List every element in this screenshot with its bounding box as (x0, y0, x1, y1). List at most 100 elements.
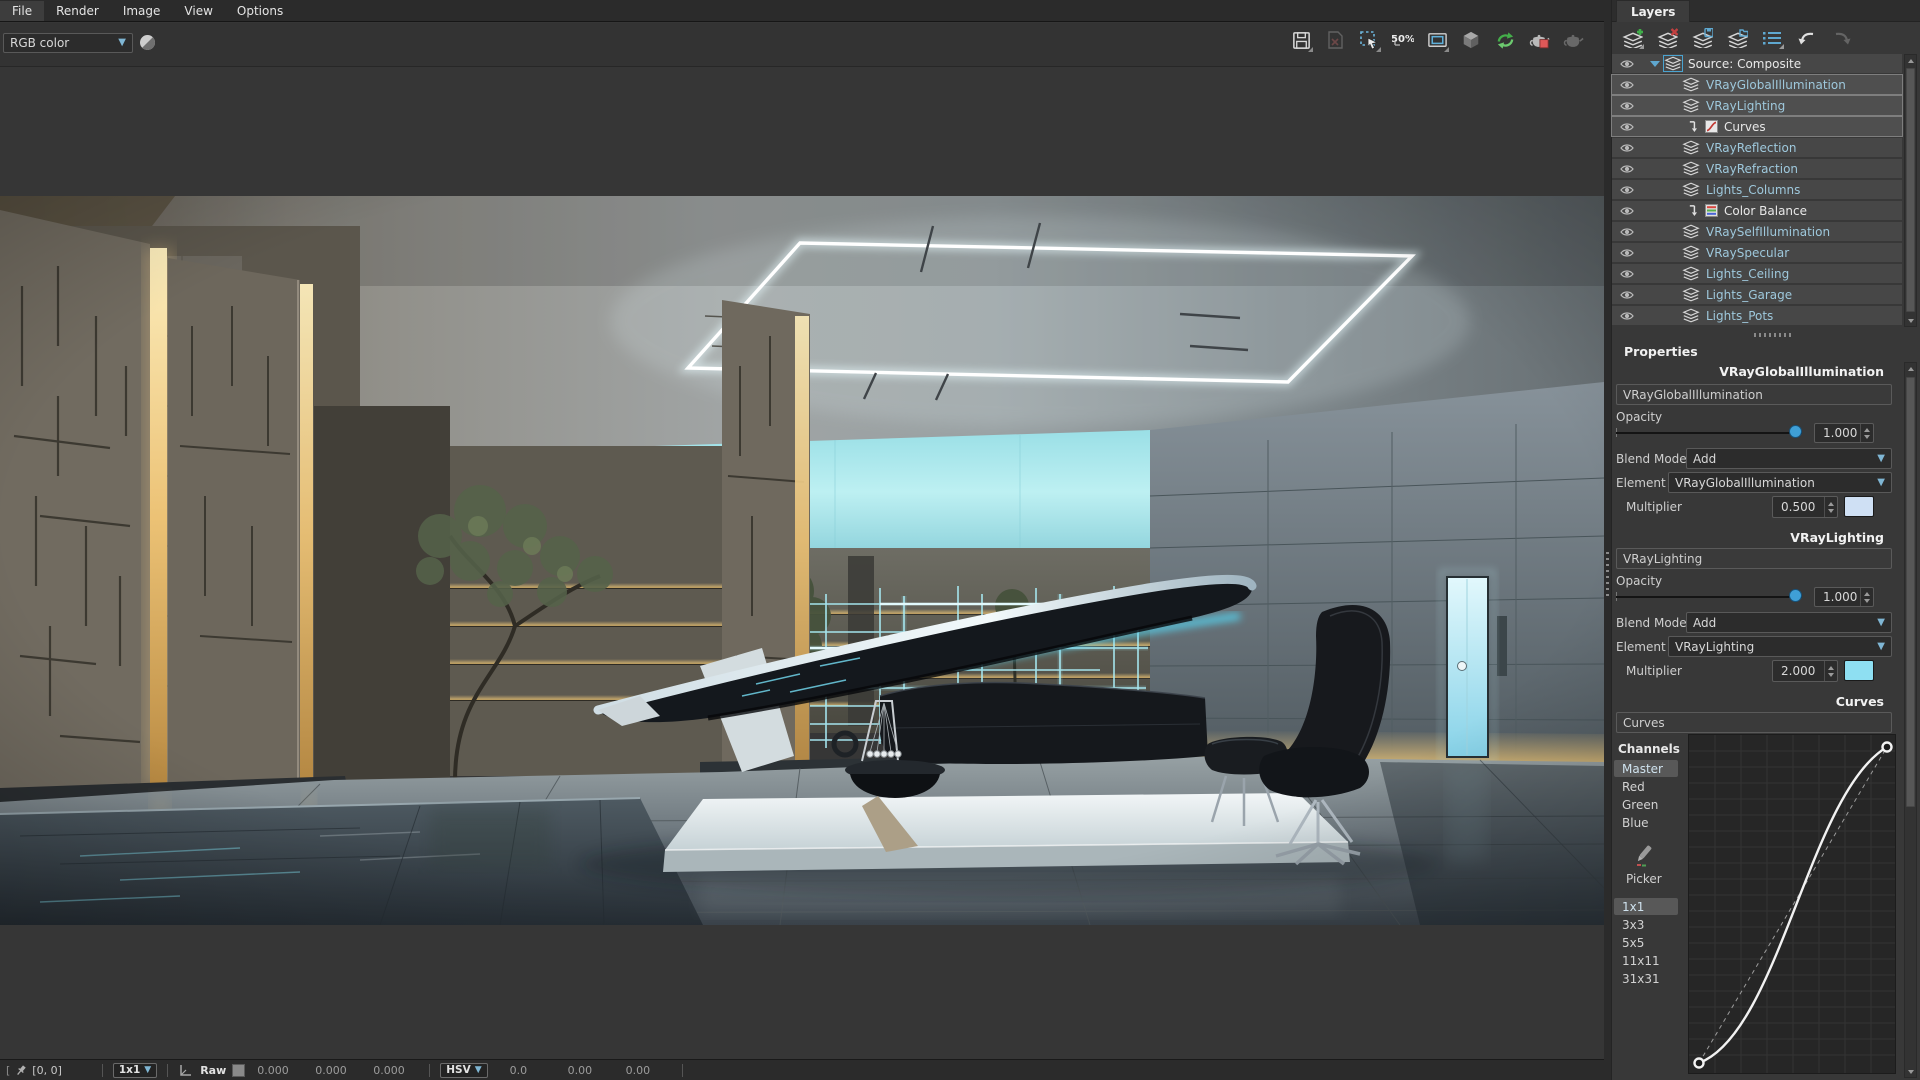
gi-multiplier-spinner[interactable]: 0.500 (1772, 496, 1838, 518)
menu-options[interactable]: Options (225, 1, 295, 21)
region-render-button[interactable] (1358, 29, 1381, 52)
lighting-multiplier-spinner[interactable]: 2.000 (1772, 660, 1838, 682)
kernel-3x3[interactable]: 3x3 (1614, 916, 1678, 933)
visibility-eye-icon[interactable] (1612, 58, 1642, 70)
render-last-button[interactable] (1528, 29, 1550, 51)
layer-row[interactable]: VRayLighting (1611, 95, 1903, 116)
channel-green[interactable]: Green (1614, 796, 1678, 813)
properties-scrollbar[interactable] (1904, 362, 1917, 1078)
expand-triangle-icon[interactable] (1650, 60, 1660, 67)
visibility-eye-icon[interactable] (1612, 142, 1642, 154)
right-panel: Layers Source: Composite VRayGlobalIllum… (1604, 0, 1920, 1080)
layer-row[interactable]: VRaySpecular (1612, 243, 1902, 262)
channel-master[interactable]: Master (1614, 760, 1678, 777)
visibility-eye-icon[interactable] (1612, 268, 1642, 280)
render-element-layer-icon (1682, 182, 1700, 197)
layers-scrollbar[interactable] (1904, 54, 1917, 327)
lighting-multiplier-value: 2.000 (1781, 664, 1816, 678)
gi-opacity-slider[interactable] (1616, 424, 1802, 441)
visibility-eye-icon[interactable] (1612, 247, 1642, 259)
visibility-eye-icon[interactable] (1612, 121, 1642, 133)
lighting-multiplier-color-swatch[interactable] (1844, 660, 1874, 681)
lighting-opacity-spinner[interactable]: 1.000 (1814, 587, 1874, 607)
add-layer-button[interactable] (1620, 26, 1644, 50)
save-layers-button[interactable] (1690, 26, 1714, 50)
lighting-name-input[interactable] (1616, 548, 1892, 569)
curve-point-low[interactable] (1693, 1057, 1705, 1069)
visibility-eye-icon[interactable] (1612, 205, 1642, 217)
safe-frame-button[interactable] (1426, 29, 1449, 52)
menu-image[interactable]: Image (111, 1, 173, 21)
visibility-eye-icon[interactable] (1612, 289, 1642, 301)
sample-size-dropdown[interactable]: 1x1 ▼ (112, 1062, 158, 1078)
lighting-blend-mode-dropdown[interactable]: Add ▼ (1686, 612, 1892, 633)
delete-layer-button[interactable] (1655, 26, 1679, 50)
render-image[interactable] (0, 196, 1605, 926)
channel-dropdown[interactable]: RGB color ▼ (3, 33, 133, 53)
layer-row-curves[interactable]: Curves (1611, 116, 1903, 137)
slider-handle[interactable] (1789, 425, 1802, 438)
layer-list-button[interactable] (1760, 26, 1784, 50)
curve-point-high[interactable] (1881, 741, 1893, 753)
menu-render[interactable]: Render (44, 1, 111, 21)
visibility-eye-icon[interactable] (1612, 184, 1642, 196)
gi-multiplier-color-swatch[interactable] (1844, 496, 1874, 517)
panel-splitter[interactable] (1604, 0, 1612, 1080)
color-sphere-icon[interactable] (139, 34, 156, 51)
layer-row[interactable]: VRaySelfIllumination (1612, 222, 1902, 241)
gi-element-dropdown[interactable]: VRayGlobalIllumination ▼ (1668, 472, 1892, 493)
render-button[interactable] (1562, 29, 1584, 51)
save-image-button[interactable] (1290, 29, 1313, 52)
slider-handle[interactable] (1789, 589, 1802, 602)
layer-row[interactable]: Lights_Pots (1612, 306, 1902, 325)
visibility-eye-icon[interactable] (1612, 310, 1642, 322)
zoom-level-button[interactable]: 50% (1392, 29, 1414, 51)
undo-button[interactable] (1795, 26, 1819, 50)
continuous-update-button[interactable] (1494, 29, 1516, 51)
isolate-cube-button[interactable] (1460, 29, 1482, 51)
redo-button[interactable] (1830, 26, 1854, 50)
channel-red[interactable]: Red (1614, 778, 1678, 795)
gi-blend-mode-dropdown[interactable]: Add ▼ (1686, 448, 1892, 469)
menu-view[interactable]: View (172, 1, 224, 21)
menu-file[interactable]: File (0, 0, 45, 21)
visibility-eye-icon[interactable] (1612, 79, 1642, 91)
channel-blue[interactable]: Blue (1614, 814, 1678, 831)
section-header-lighting: VRayLighting (1790, 530, 1884, 545)
curves-name-input[interactable] (1616, 712, 1892, 733)
section-header-gi: VRayGlobalIllumination (1719, 364, 1884, 379)
raw-color-swatch[interactable] (232, 1063, 246, 1077)
render-element-layer-icon (1682, 245, 1700, 260)
layer-row[interactable]: VRayRefraction (1612, 159, 1902, 178)
layer-row[interactable]: Lights_Ceiling (1612, 264, 1902, 283)
kernel-31x31[interactable]: 31x31 (1614, 970, 1678, 987)
gi-name-input[interactable] (1616, 384, 1892, 405)
pin-icon[interactable] (14, 1063, 28, 1078)
layer-row[interactable]: Lights_Columns (1612, 180, 1902, 199)
visibility-eye-icon[interactable] (1612, 100, 1642, 112)
curve-editor[interactable] (1688, 734, 1896, 1074)
tree-properties-splitter[interactable] (1754, 333, 1794, 337)
render-element-layer-icon (1682, 98, 1700, 113)
color-mode-value: HSV (446, 1064, 471, 1076)
layer-label: Lights_Garage (1706, 287, 1793, 302)
blend-mode-label: Blend Mode (1616, 452, 1687, 466)
layer-row-color-balance[interactable]: Color Balance (1612, 201, 1902, 220)
layer-row-source[interactable]: Source: Composite (1612, 54, 1902, 73)
layer-row[interactable]: VRayGlobalIllumination (1611, 74, 1903, 95)
load-layers-button[interactable] (1725, 26, 1749, 50)
kernel-1x1[interactable]: 1x1 (1614, 898, 1678, 915)
kernel-5x5[interactable]: 5x5 (1614, 934, 1678, 951)
clear-image-button[interactable] (1324, 29, 1346, 51)
gi-opacity-spinner[interactable]: 1.000 (1814, 423, 1874, 443)
layer-row[interactable]: VRayReflection (1612, 138, 1902, 157)
lighting-opacity-slider[interactable] (1616, 588, 1802, 605)
lighting-element-dropdown[interactable]: VRayLighting ▼ (1668, 636, 1892, 657)
tab-layers[interactable]: Layers (1616, 0, 1691, 22)
kernel-11x11[interactable]: 11x11 (1614, 952, 1678, 969)
visibility-eye-icon[interactable] (1612, 163, 1642, 175)
visibility-eye-icon[interactable] (1612, 226, 1642, 238)
layer-row[interactable]: Lights_Garage (1612, 285, 1902, 304)
color-mode-dropdown[interactable]: HSV ▼ (440, 1062, 488, 1078)
picker-pencil-icon[interactable] (1630, 842, 1656, 868)
